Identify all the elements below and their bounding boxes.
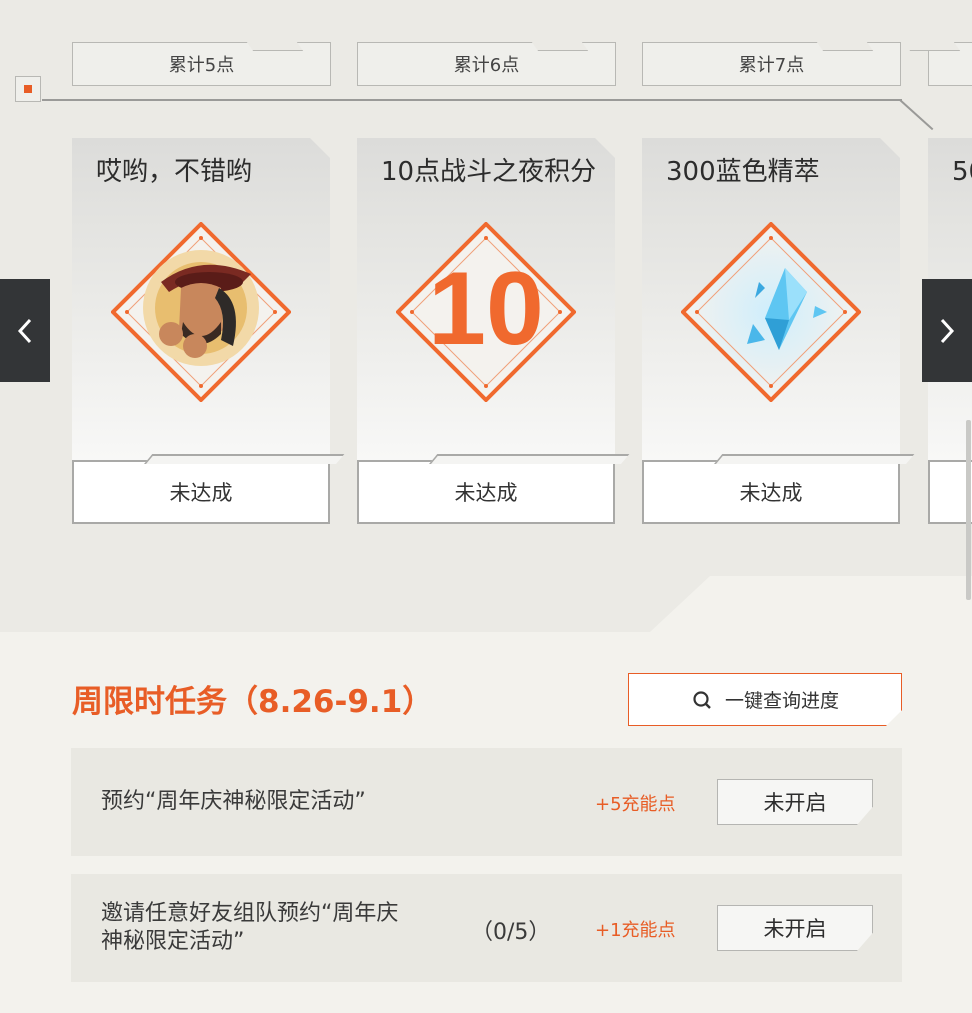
- number-10-icon: 10: [396, 222, 576, 402]
- emote-cowboy-icon: [111, 222, 291, 402]
- task-row-2: 邀请任意好友组队预约“周年庆 神秘限定活动” （0/5） +1充能点 未开启: [71, 874, 902, 982]
- task-status-button[interactable]: 未开启: [717, 779, 873, 825]
- task-description-line-2: 神秘限定活动”: [101, 929, 245, 954]
- milestone-tab-6: 累计6点: [357, 42, 616, 86]
- reward-title: 哎哟，不错哟: [96, 157, 253, 187]
- progress-track-line: [42, 99, 902, 101]
- chevron-left-icon: [17, 318, 32, 343]
- task-progress: （0/5）: [471, 920, 551, 945]
- task-status-button[interactable]: 未开启: [717, 905, 873, 951]
- reward-status: 未达成: [72, 460, 330, 524]
- task-description-line-1: 邀请任意好友组队预约“周年庆: [101, 901, 399, 926]
- query-button-label: 一键查询进度: [724, 690, 839, 712]
- milestone-tab-7: 累计7点: [642, 42, 901, 86]
- query-progress-button[interactable]: 一键查询进度: [628, 673, 902, 726]
- search-icon: [693, 690, 711, 709]
- reward-status: 未达成: [642, 460, 900, 524]
- milestone-tab-5: 累计5点: [72, 42, 331, 86]
- big-number-text: 10: [428, 251, 544, 367]
- track-start-marker: [15, 76, 41, 102]
- reward-card-1[interactable]: 哎哟，不错哟 未达成: [72, 138, 330, 524]
- chevron-right-icon: [940, 318, 955, 343]
- task-description: 预约“周年庆神秘限定活动”: [101, 789, 366, 814]
- reward-card-2[interactable]: 10点战斗之夜积分 10 未达成: [357, 138, 615, 524]
- next-arrow-button[interactable]: [922, 279, 972, 382]
- task-points: +5充能点: [595, 794, 676, 815]
- reward-title: 300蓝色精萃: [666, 157, 820, 187]
- reward-status: 未达成: [357, 460, 615, 524]
- scrollbar[interactable]: [966, 420, 971, 600]
- task-row-1: 预约“周年庆神秘限定活动” +5充能点 未开启: [71, 748, 902, 856]
- reward-title: 50: [952, 157, 972, 187]
- reward-title: 10点战斗之夜积分: [381, 157, 597, 187]
- reward-card-3[interactable]: 300蓝色精萃 未达成: [642, 138, 900, 524]
- prev-arrow-button[interactable]: [0, 279, 50, 382]
- milestone-tab-8: [928, 42, 972, 86]
- weekly-tasks-title: 周限时任务（8.26-9.1）: [72, 684, 434, 720]
- blue-essence-crystal-icon: [681, 222, 861, 402]
- task-points: +1充能点: [595, 920, 676, 941]
